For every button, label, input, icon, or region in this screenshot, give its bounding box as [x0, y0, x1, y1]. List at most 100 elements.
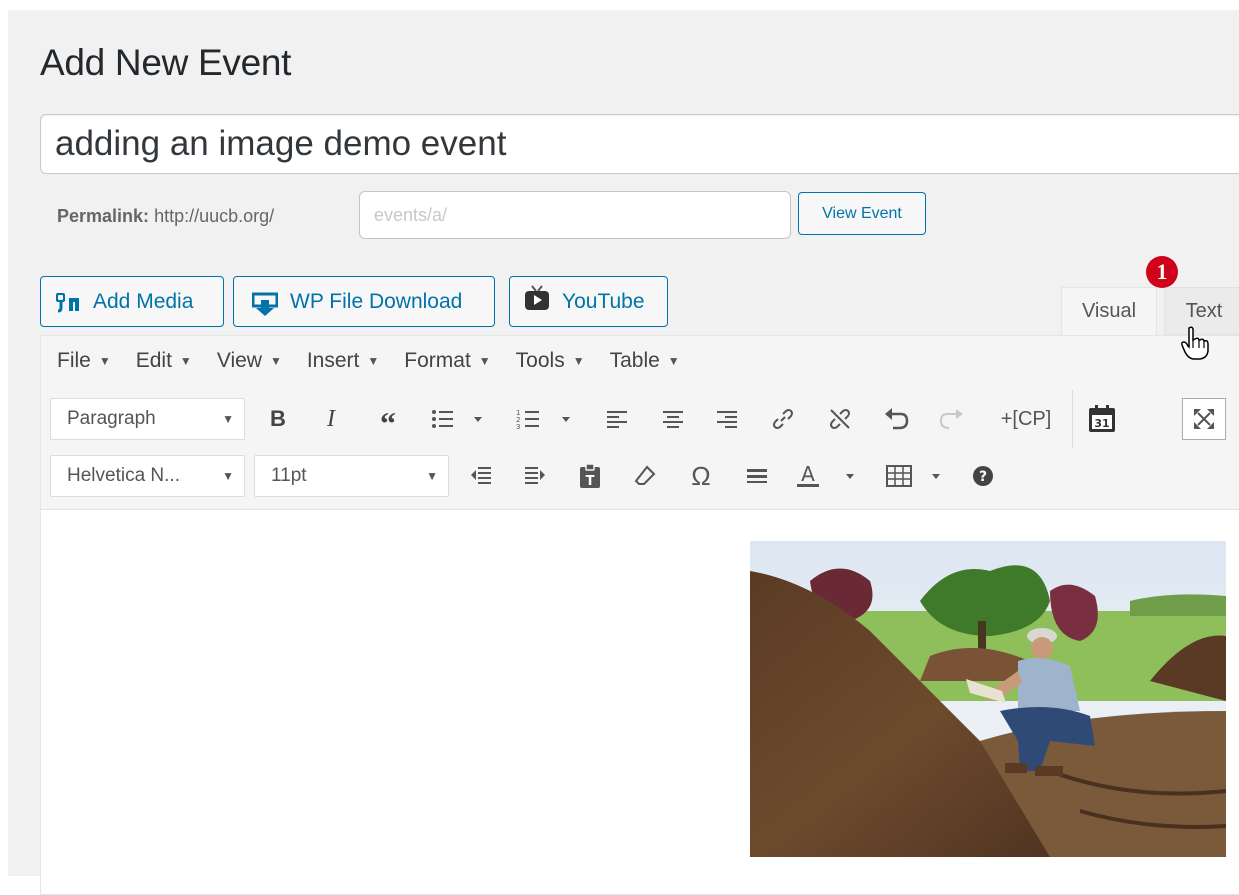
help-icon: ?	[973, 466, 993, 486]
italic-icon: I	[327, 405, 335, 432]
menu-view[interactable]: View ▼	[217, 349, 282, 373]
svg-text:T: T	[586, 474, 595, 489]
special-char-icon: Ω	[691, 460, 711, 491]
align-right-button[interactable]	[714, 399, 740, 439]
tab-visual[interactable]: Visual	[1061, 287, 1157, 335]
clear-formatting-button[interactable]	[632, 456, 658, 496]
svg-text:3: 3	[516, 423, 520, 431]
content-image[interactable]	[750, 541, 1226, 857]
table-icon	[886, 465, 940, 487]
chevron-down-icon: ▼	[572, 354, 585, 368]
chevron-down-icon: ▼	[269, 354, 282, 368]
bold-button[interactable]: B	[265, 399, 291, 439]
redo-button[interactable]	[938, 399, 966, 439]
event-calendar-button[interactable]: 31	[1086, 399, 1118, 439]
chevron-down-icon: ▼	[667, 354, 680, 368]
remove-link-button[interactable]	[826, 399, 854, 439]
blockquote-button[interactable]: “	[372, 399, 404, 441]
horizontal-line-button[interactable]	[744, 456, 770, 496]
align-left-button[interactable]	[604, 399, 630, 439]
outdent-button[interactable]	[468, 456, 494, 496]
menu-insert-label: Insert	[306, 349, 360, 372]
permalink-slug-input[interactable]: events/a/	[359, 191, 791, 239]
add-media-icon	[56, 292, 79, 312]
chevron-down-icon: ▼	[222, 469, 234, 483]
permalink-row: Permalink: http://uucb.org/	[57, 206, 274, 227]
special-character-button[interactable]: Ω	[688, 456, 714, 496]
add-media-button[interactable]: Add Media	[40, 276, 224, 327]
svg-text:A: A	[801, 463, 815, 486]
youtube-button[interactable]: YouTube	[509, 276, 668, 327]
svg-text:31: 31	[1094, 417, 1109, 430]
unlink-icon	[830, 409, 850, 429]
bold-icon: B	[270, 406, 286, 431]
youtube-label: YouTube	[562, 290, 645, 313]
wp-file-download-button[interactable]: WP File Download	[233, 276, 495, 327]
chevron-down-icon: ▼	[222, 412, 234, 426]
menu-insert[interactable]: Insert ▼	[307, 349, 379, 373]
youtube-icon	[525, 284, 549, 310]
chevron-down-icon: ▼	[179, 354, 192, 368]
align-center-icon	[663, 411, 683, 428]
link-icon	[773, 409, 793, 429]
paste-as-text-button[interactable]: T	[576, 456, 604, 496]
add-media-label: Add Media	[93, 290, 194, 313]
clear-format-icon	[634, 465, 656, 485]
align-right-icon	[717, 411, 737, 428]
font-family-select[interactable]: Helvetica N... ▼	[50, 455, 245, 497]
bullet-list-icon	[432, 410, 482, 428]
align-center-button[interactable]	[660, 399, 686, 439]
indent-button[interactable]	[522, 456, 548, 496]
menu-edit[interactable]: Edit ▼	[136, 349, 192, 373]
block-format-value: Paragraph	[67, 408, 156, 429]
editor-menubar: File ▼ Edit ▼ View ▼ Insert ▼ Format ▼ Tools ▼…	[41, 336, 1239, 386]
page-title: Add New Event	[40, 42, 292, 83]
menu-table[interactable]: Table ▼	[610, 349, 680, 373]
align-left-icon	[607, 411, 627, 428]
outdent-icon	[471, 467, 491, 484]
menu-view-label: View	[216, 349, 262, 372]
calendar-icon: 31	[1089, 405, 1115, 432]
file-download-icon	[252, 292, 278, 316]
insert-table-button[interactable]	[886, 456, 948, 496]
menu-tools[interactable]: Tools ▼	[516, 349, 585, 373]
fullscreen-icon	[1194, 409, 1214, 429]
menu-format[interactable]: Format ▼	[404, 349, 490, 373]
chevron-down-icon: ▼	[98, 354, 111, 368]
help-button[interactable]: ?	[970, 456, 996, 496]
copy-paste-button[interactable]: +[CP]	[990, 399, 1062, 439]
chevron-down-icon: ▼	[367, 354, 380, 368]
numbered-list-button[interactable]: 1 2 3	[516, 399, 578, 439]
text-color-button[interactable]: A	[796, 456, 860, 496]
view-event-button[interactable]: View Event	[798, 192, 926, 235]
svg-text:?: ?	[979, 469, 987, 485]
bullet-list-button[interactable]	[430, 399, 490, 439]
font-family-value: Helvetica N...	[67, 465, 180, 486]
menu-file[interactable]: File ▼	[57, 349, 111, 373]
redo-icon	[939, 409, 963, 429]
chevron-down-icon: ▼	[478, 354, 491, 368]
undo-icon	[885, 408, 909, 430]
compost-photo	[750, 541, 1226, 857]
undo-button[interactable]	[882, 399, 910, 439]
cp-label: +[CP]	[1000, 407, 1052, 430]
text-color-icon: A	[797, 463, 854, 487]
menu-edit-label: Edit	[135, 349, 172, 372]
fullscreen-button[interactable]	[1182, 398, 1226, 440]
horizontal-rule-icon	[747, 469, 767, 483]
paste-text-icon: T	[580, 463, 600, 489]
menu-table-label: Table	[609, 349, 660, 372]
event-title-input[interactable]: adding an image demo event	[40, 114, 1239, 174]
permalink-label: Permalink:	[57, 206, 150, 226]
annotation-badge: 1	[1146, 256, 1178, 288]
font-size-select[interactable]: 11pt ▼	[254, 455, 449, 497]
hand-cursor-icon	[1180, 326, 1210, 365]
menu-format-label: Format	[404, 349, 471, 372]
italic-button[interactable]: I	[318, 399, 344, 439]
numbered-list-icon: 1 2 3	[516, 409, 570, 431]
font-size-value: 11pt	[271, 465, 307, 486]
block-format-select[interactable]: Paragraph ▼	[50, 398, 245, 440]
menu-file-label: File	[57, 349, 91, 372]
insert-link-button[interactable]	[770, 399, 796, 439]
permalink-base-url: http://uucb.org/	[154, 206, 275, 226]
